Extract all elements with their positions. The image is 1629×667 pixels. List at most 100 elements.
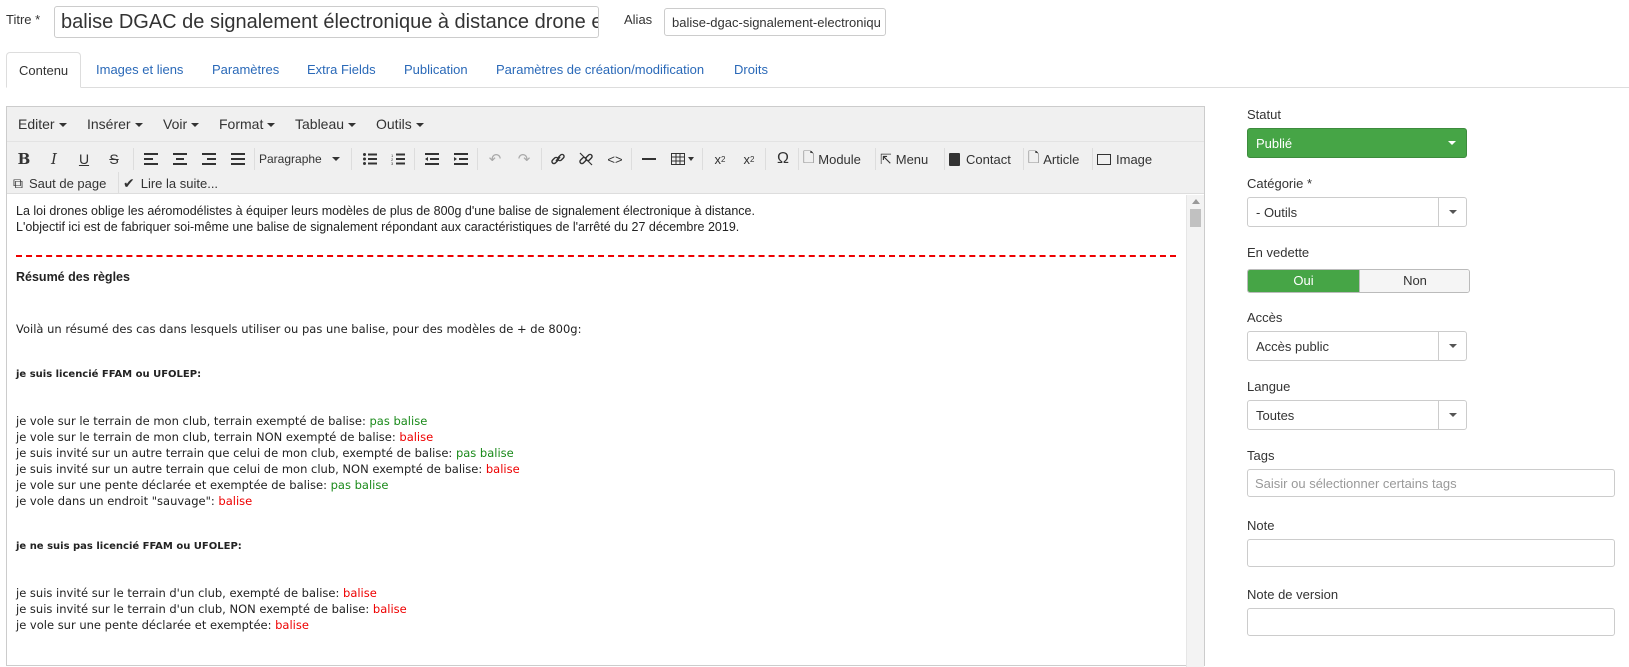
note-input[interactable] [1247,539,1615,567]
vedette-label: En vedette [1247,245,1310,260]
rule-result: pas balise [455,446,514,460]
rules-heading: Résumé des règles [16,270,130,284]
menu-format[interactable]: Format [219,116,276,132]
scrollbar-thumb[interactable] [1190,209,1201,227]
chevron-down-icon [1438,129,1466,157]
article-button[interactable]: 🗋 Article [1028,147,1090,171]
tab-parametres[interactable]: Paramètres [200,52,291,88]
bullet-list-icon[interactable] [359,147,381,171]
subscript-icon[interactable]: x2 [709,147,731,171]
scroll-up-icon[interactable] [1192,199,1200,204]
align-center-icon[interactable] [169,147,191,171]
bold-icon[interactable]: B [13,147,35,171]
rule-result: balise [372,602,407,616]
categorie-select[interactable]: - Outils [1247,197,1467,227]
list-item: je suis invité sur le terrain d'un club,… [16,601,1176,617]
langue-select[interactable]: Toutes [1247,400,1467,430]
pagebreak-button[interactable]: ⧉ Saut de page [13,171,113,195]
vedette-non-button[interactable]: Non [1359,270,1469,292]
rule-text: je vole dans un endroit "sauvage": [16,494,219,508]
tab-droits[interactable]: Droits [722,52,780,88]
toolbar-separator [1023,148,1024,170]
image-button[interactable]: Image [1097,147,1163,171]
editor-menubar: Editer Insérer Voir Format Tableau Outil… [7,107,1204,142]
menu-outils[interactable]: Outils [376,116,424,132]
align-justify-icon[interactable] [227,147,249,171]
chevron-down-icon [415,123,424,128]
readmore-button[interactable]: ✔ Lire la suite... [123,171,223,195]
alias-input[interactable]: balise-dgac-signalement-electroniqu [664,8,886,36]
tags-input[interactable]: Saisir ou sélectionner certains tags [1247,469,1615,497]
unlink-icon[interactable] [575,147,597,171]
section2-list: je suis invité sur le terrain d'un club,… [16,585,1176,633]
editor-scrollbar[interactable] [1186,195,1204,667]
tab-publication[interactable]: Publication [392,52,480,88]
format-select[interactable]: Paragraphe [259,147,345,171]
acces-select[interactable]: Accès public [1247,331,1467,361]
indent-icon[interactable] [450,147,472,171]
undo-icon[interactable]: ↶ [484,147,506,171]
toolbar-separator [765,148,766,170]
intro-paragraph-2: L'objectif ici est de fabriquer soi-même… [16,220,740,234]
code-icon[interactable]: <> [604,147,626,171]
contact-label: Contact [966,151,1011,167]
menu-label: Menu [895,151,929,167]
editor-content[interactable]: La loi drones oblige les aéromodélistes … [7,195,1185,667]
underline-icon[interactable]: U [73,147,95,171]
rule-text: je vole sur une pente déclarée et exempt… [16,618,276,632]
menu-voir-label: Voir [163,116,188,132]
align-left-icon[interactable] [140,147,162,171]
note-label: Note [1247,518,1275,533]
table-icon[interactable] [667,147,697,171]
menu-voir[interactable]: Voir [163,116,200,132]
menu-tableau[interactable]: Tableau [295,116,357,132]
contact-button[interactable]: Contact [949,147,1021,171]
chevron-down-icon [58,123,67,128]
rule-text: je vole sur une pente déclarée et exempt… [16,478,331,492]
rule-text: je vole sur le terrain de mon club, terr… [16,430,400,444]
outdent-icon[interactable] [421,147,443,171]
superscript-icon[interactable]: x2 [738,147,760,171]
acces-label: Accès [1247,310,1283,325]
strikethrough-icon[interactable]: S [103,147,125,171]
toolbar-separator [875,148,876,170]
pagebreak-marker [16,255,1176,257]
tab-parametres-creation[interactable]: Paramètres de création/modification [484,52,716,88]
rule-text: je suis invité sur un autre terrain que … [16,446,456,460]
note-version-input[interactable] [1247,608,1615,636]
menu-inserer[interactable]: Insérer [87,116,143,132]
rule-text: je suis invité sur le terrain d'un club,… [16,586,344,600]
numbered-list-icon[interactable]: 123 [387,147,409,171]
langue-label: Langue [1247,379,1291,394]
redo-icon[interactable]: ↷ [513,147,535,171]
categorie-label: Catégorie * [1247,176,1313,191]
menu-outils-label: Outils [376,116,412,132]
module-button[interactable]: 🗋 Module [803,147,873,171]
list-item: je suis invité sur un autre terrain que … [16,445,1176,461]
statut-select[interactable]: Publié [1247,128,1467,158]
file-add-icon: 🗋 [1028,149,1040,165]
special-character-icon[interactable]: Ω [772,147,794,171]
align-right-icon[interactable] [198,147,220,171]
image-icon [1097,153,1111,165]
list-item: je vole dans un endroit "sauvage": balis… [16,493,1176,509]
chevron-down-icon [191,123,200,128]
horizontal-rule-icon[interactable] [638,147,660,171]
italic-icon[interactable]: I [43,147,65,171]
tab-extra-fields[interactable]: Extra Fields [295,52,388,88]
format-select-value: Paragraphe [259,152,322,166]
check-icon: ✔ [123,174,135,191]
link-icon[interactable] [547,147,569,171]
rule-text: je suis invité sur le terrain d'un club,… [16,602,373,616]
menu-button[interactable]: ⇱ Menu [880,147,940,171]
toolbar-separator [1092,148,1093,170]
tab-contenu[interactable]: Contenu [6,52,82,88]
menu-tableau-label: Tableau [295,116,345,132]
menu-editer[interactable]: Editer [18,116,67,132]
chevron-down-icon [134,123,143,128]
title-input[interactable]: balise DGAC de signalement électronique … [54,6,599,38]
chevron-down-icon [1438,198,1466,226]
tab-images-liens[interactable]: Images et liens [84,52,195,88]
vedette-oui-button[interactable]: Oui [1248,270,1359,292]
toolbar-separator [133,148,134,170]
